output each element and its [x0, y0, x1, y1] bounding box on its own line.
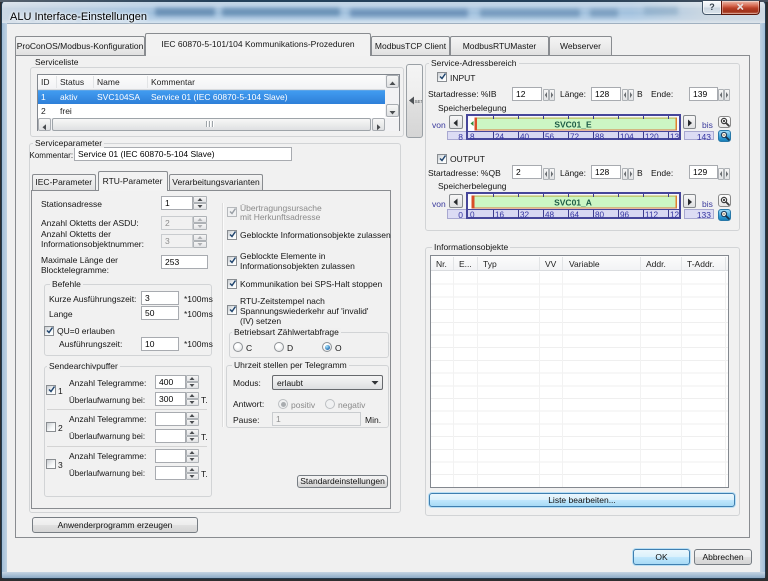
- svg-text:12: 12: [670, 211, 679, 219]
- svg-text:SVC01_E: SVC01_E: [554, 119, 592, 129]
- svg-text:72: 72: [570, 132, 580, 140]
- svg-text:120: 120: [645, 132, 659, 140]
- svg-text:8: 8: [470, 132, 475, 140]
- svg-text:64: 64: [570, 211, 580, 219]
- svg-text:SVC01_A: SVC01_A: [554, 198, 592, 208]
- svg-text:88: 88: [595, 132, 605, 140]
- svg-text:96: 96: [620, 211, 630, 219]
- svg-text:16: 16: [495, 211, 505, 219]
- svg-text:SET: SET: [415, 99, 423, 104]
- svg-text:32: 32: [520, 211, 530, 219]
- svg-text:56: 56: [545, 132, 555, 140]
- svg-text:48: 48: [545, 211, 555, 219]
- svg-text:40: 40: [520, 132, 530, 140]
- svg-text:0: 0: [470, 211, 475, 219]
- svg-text:104: 104: [620, 132, 634, 140]
- svg-text:80: 80: [595, 211, 605, 219]
- svg-text:13: 13: [670, 132, 679, 140]
- svg-text:112: 112: [645, 211, 658, 219]
- svg-text:24: 24: [495, 132, 505, 140]
